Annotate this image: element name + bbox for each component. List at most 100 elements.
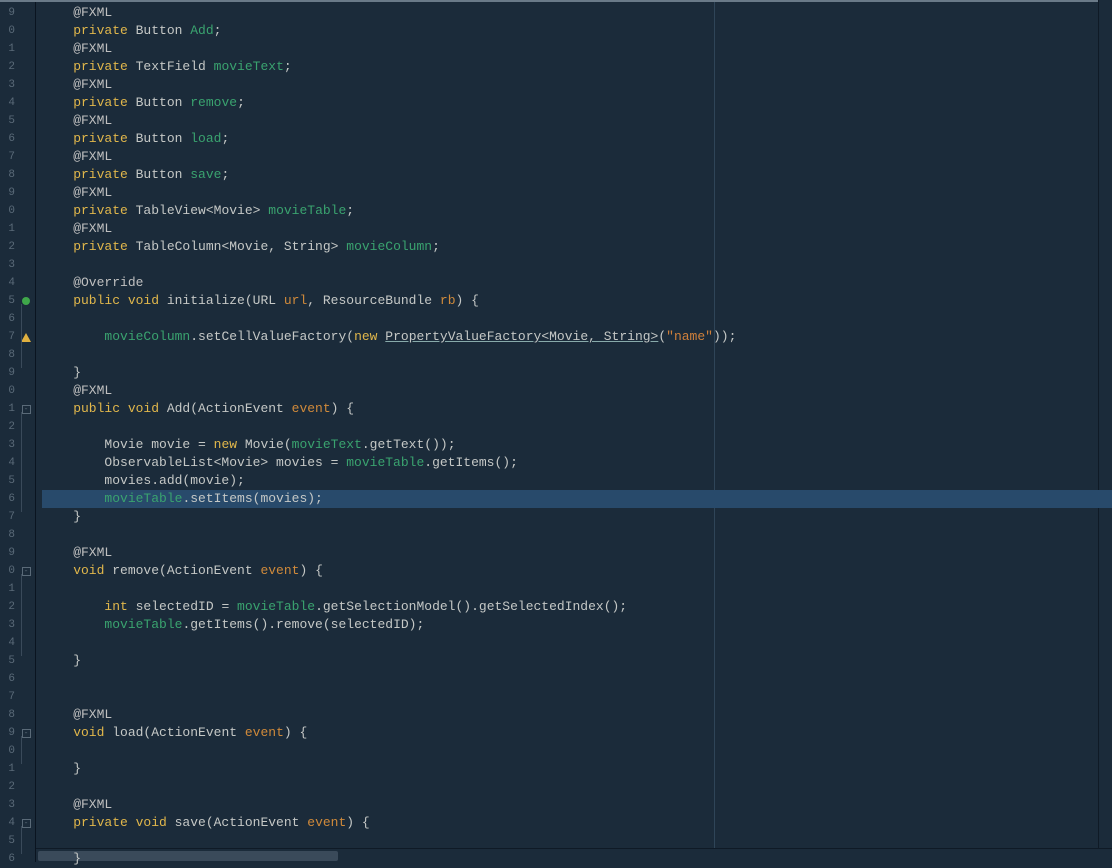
- token-plain: .getItems();: [424, 455, 518, 470]
- code-line[interactable]: [42, 634, 1112, 652]
- code-line[interactable]: void remove(ActionEvent event) {: [42, 562, 1112, 580]
- code-line[interactable]: private void save(ActionEvent event) {: [42, 814, 1112, 832]
- line-number: 8: [8, 706, 19, 724]
- code-line[interactable]: [42, 580, 1112, 598]
- line-number: 3: [8, 796, 19, 814]
- code-line[interactable]: }: [42, 508, 1112, 526]
- token-plain: ));: [713, 329, 736, 344]
- line-number: 9: [8, 364, 19, 382]
- gutter-row: 3: [0, 256, 35, 274]
- code-line[interactable]: public void initialize(URL url, Resource…: [42, 292, 1112, 310]
- gutter-row: 2: [0, 238, 35, 256]
- token-kw: private: [42, 203, 128, 218]
- code-line[interactable]: private TextField movieText;: [42, 58, 1112, 76]
- gutter-row: 2: [0, 778, 35, 796]
- code-line[interactable]: @FXML: [42, 184, 1112, 202]
- code-line[interactable]: [42, 778, 1112, 796]
- gutter-marker-slot: [19, 688, 33, 706]
- code-line[interactable]: [42, 670, 1112, 688]
- code-line[interactable]: [42, 418, 1112, 436]
- gutter-marker-slot: [19, 4, 33, 22]
- code-line[interactable]: [42, 742, 1112, 760]
- token-plain: ;: [221, 167, 229, 182]
- line-number: 7: [8, 688, 19, 706]
- code-editor[interactable]: @FXML private Button Add; @FXML private …: [36, 2, 1112, 862]
- code-line[interactable]: private Button remove;: [42, 94, 1112, 112]
- code-line[interactable]: Movie movie = new Movie(movieText.getTex…: [42, 436, 1112, 454]
- gutter-row: 1: [0, 40, 35, 58]
- code-line[interactable]: }: [42, 364, 1112, 382]
- line-number: 4: [8, 454, 19, 472]
- code-line[interactable]: movies.add(movie);: [42, 472, 1112, 490]
- code-line[interactable]: }: [42, 850, 1112, 868]
- line-number: 6: [8, 850, 19, 868]
- code-line[interactable]: void load(ActionEvent event) {: [42, 724, 1112, 742]
- code-line[interactable]: private TableView<Movie> movieTable;: [42, 202, 1112, 220]
- token-kw: new: [354, 329, 377, 344]
- code-line[interactable]: movieColumn.setCellValueFactory(new Prop…: [42, 328, 1112, 346]
- token-plain: }: [42, 851, 81, 866]
- token-plain: [42, 329, 104, 344]
- code-line[interactable]: @FXML: [42, 148, 1112, 166]
- gutter-row: 8: [0, 166, 35, 184]
- code-line[interactable]: private TableColumn<Movie, String> movie…: [42, 238, 1112, 256]
- code-line[interactable]: [42, 688, 1112, 706]
- code-line[interactable]: movieTable.setItems(movies);: [42, 490, 1112, 508]
- gutter-row: 9: [0, 544, 35, 562]
- token-plain: .setCellValueFactory(: [190, 329, 354, 344]
- fold-toggle-icon[interactable]: -: [22, 819, 31, 828]
- code-line[interactable]: public void Add(ActionEvent event) {: [42, 400, 1112, 418]
- code-line[interactable]: [42, 832, 1112, 850]
- line-number: 3: [8, 76, 19, 94]
- code-line[interactable]: @FXML: [42, 382, 1112, 400]
- line-number: 5: [8, 472, 19, 490]
- gutter-marker-slot: [19, 76, 33, 94]
- gutter-row: 6: [0, 850, 35, 868]
- code-line[interactable]: [42, 346, 1112, 364]
- token-kw: void: [42, 563, 104, 578]
- code-line[interactable]: [42, 310, 1112, 328]
- token-plain: Movie(: [237, 437, 292, 452]
- token-ann: @Override: [42, 275, 143, 290]
- token-plain: ) {: [331, 401, 354, 416]
- gutter-row: 1: [0, 760, 35, 778]
- code-line[interactable]: @FXML: [42, 40, 1112, 58]
- code-line[interactable]: movieTable.getItems().remove(selectedID)…: [42, 616, 1112, 634]
- line-number: 4: [8, 814, 19, 832]
- code-line[interactable]: @FXML: [42, 220, 1112, 238]
- token-ann: @FXML: [42, 77, 112, 92]
- code-line[interactable]: @FXML: [42, 112, 1112, 130]
- gutter-marker-slot: [19, 94, 33, 112]
- token-kw: private: [42, 131, 128, 146]
- code-line[interactable]: private Button save;: [42, 166, 1112, 184]
- fold-toggle-icon[interactable]: -: [22, 567, 31, 576]
- code-line[interactable]: private Button load;: [42, 130, 1112, 148]
- code-line[interactable]: }: [42, 760, 1112, 778]
- gutter-marker-slot: [19, 112, 33, 130]
- code-line[interactable]: @Override: [42, 274, 1112, 292]
- token-ann: @FXML: [42, 221, 112, 236]
- token-plain: }: [42, 365, 81, 380]
- fold-toggle-icon[interactable]: -: [22, 729, 31, 738]
- token-kw: int: [104, 599, 127, 614]
- code-line[interactable]: private Button Add;: [42, 22, 1112, 40]
- code-line[interactable]: ObservableList<Movie> movies = movieTabl…: [42, 454, 1112, 472]
- gutter-row: 6: [0, 490, 35, 508]
- fold-toggle-icon[interactable]: -: [22, 405, 31, 414]
- gutter-marker-slot: [19, 202, 33, 220]
- code-line[interactable]: int selectedID = movieTable.getSelection…: [42, 598, 1112, 616]
- token-plain: ) {: [456, 293, 479, 308]
- line-number: 0: [8, 202, 19, 220]
- code-line[interactable]: @FXML: [42, 544, 1112, 562]
- code-line[interactable]: [42, 526, 1112, 544]
- code-line[interactable]: [42, 256, 1112, 274]
- code-line[interactable]: @FXML: [42, 796, 1112, 814]
- line-number: 4: [8, 274, 19, 292]
- code-line[interactable]: @FXML: [42, 4, 1112, 22]
- code-line[interactable]: }: [42, 652, 1112, 670]
- token-plain: (: [658, 329, 666, 344]
- line-number: 8: [8, 166, 19, 184]
- gutter-row: 3: [0, 76, 35, 94]
- code-line[interactable]: @FXML: [42, 706, 1112, 724]
- code-line[interactable]: @FXML: [42, 76, 1112, 94]
